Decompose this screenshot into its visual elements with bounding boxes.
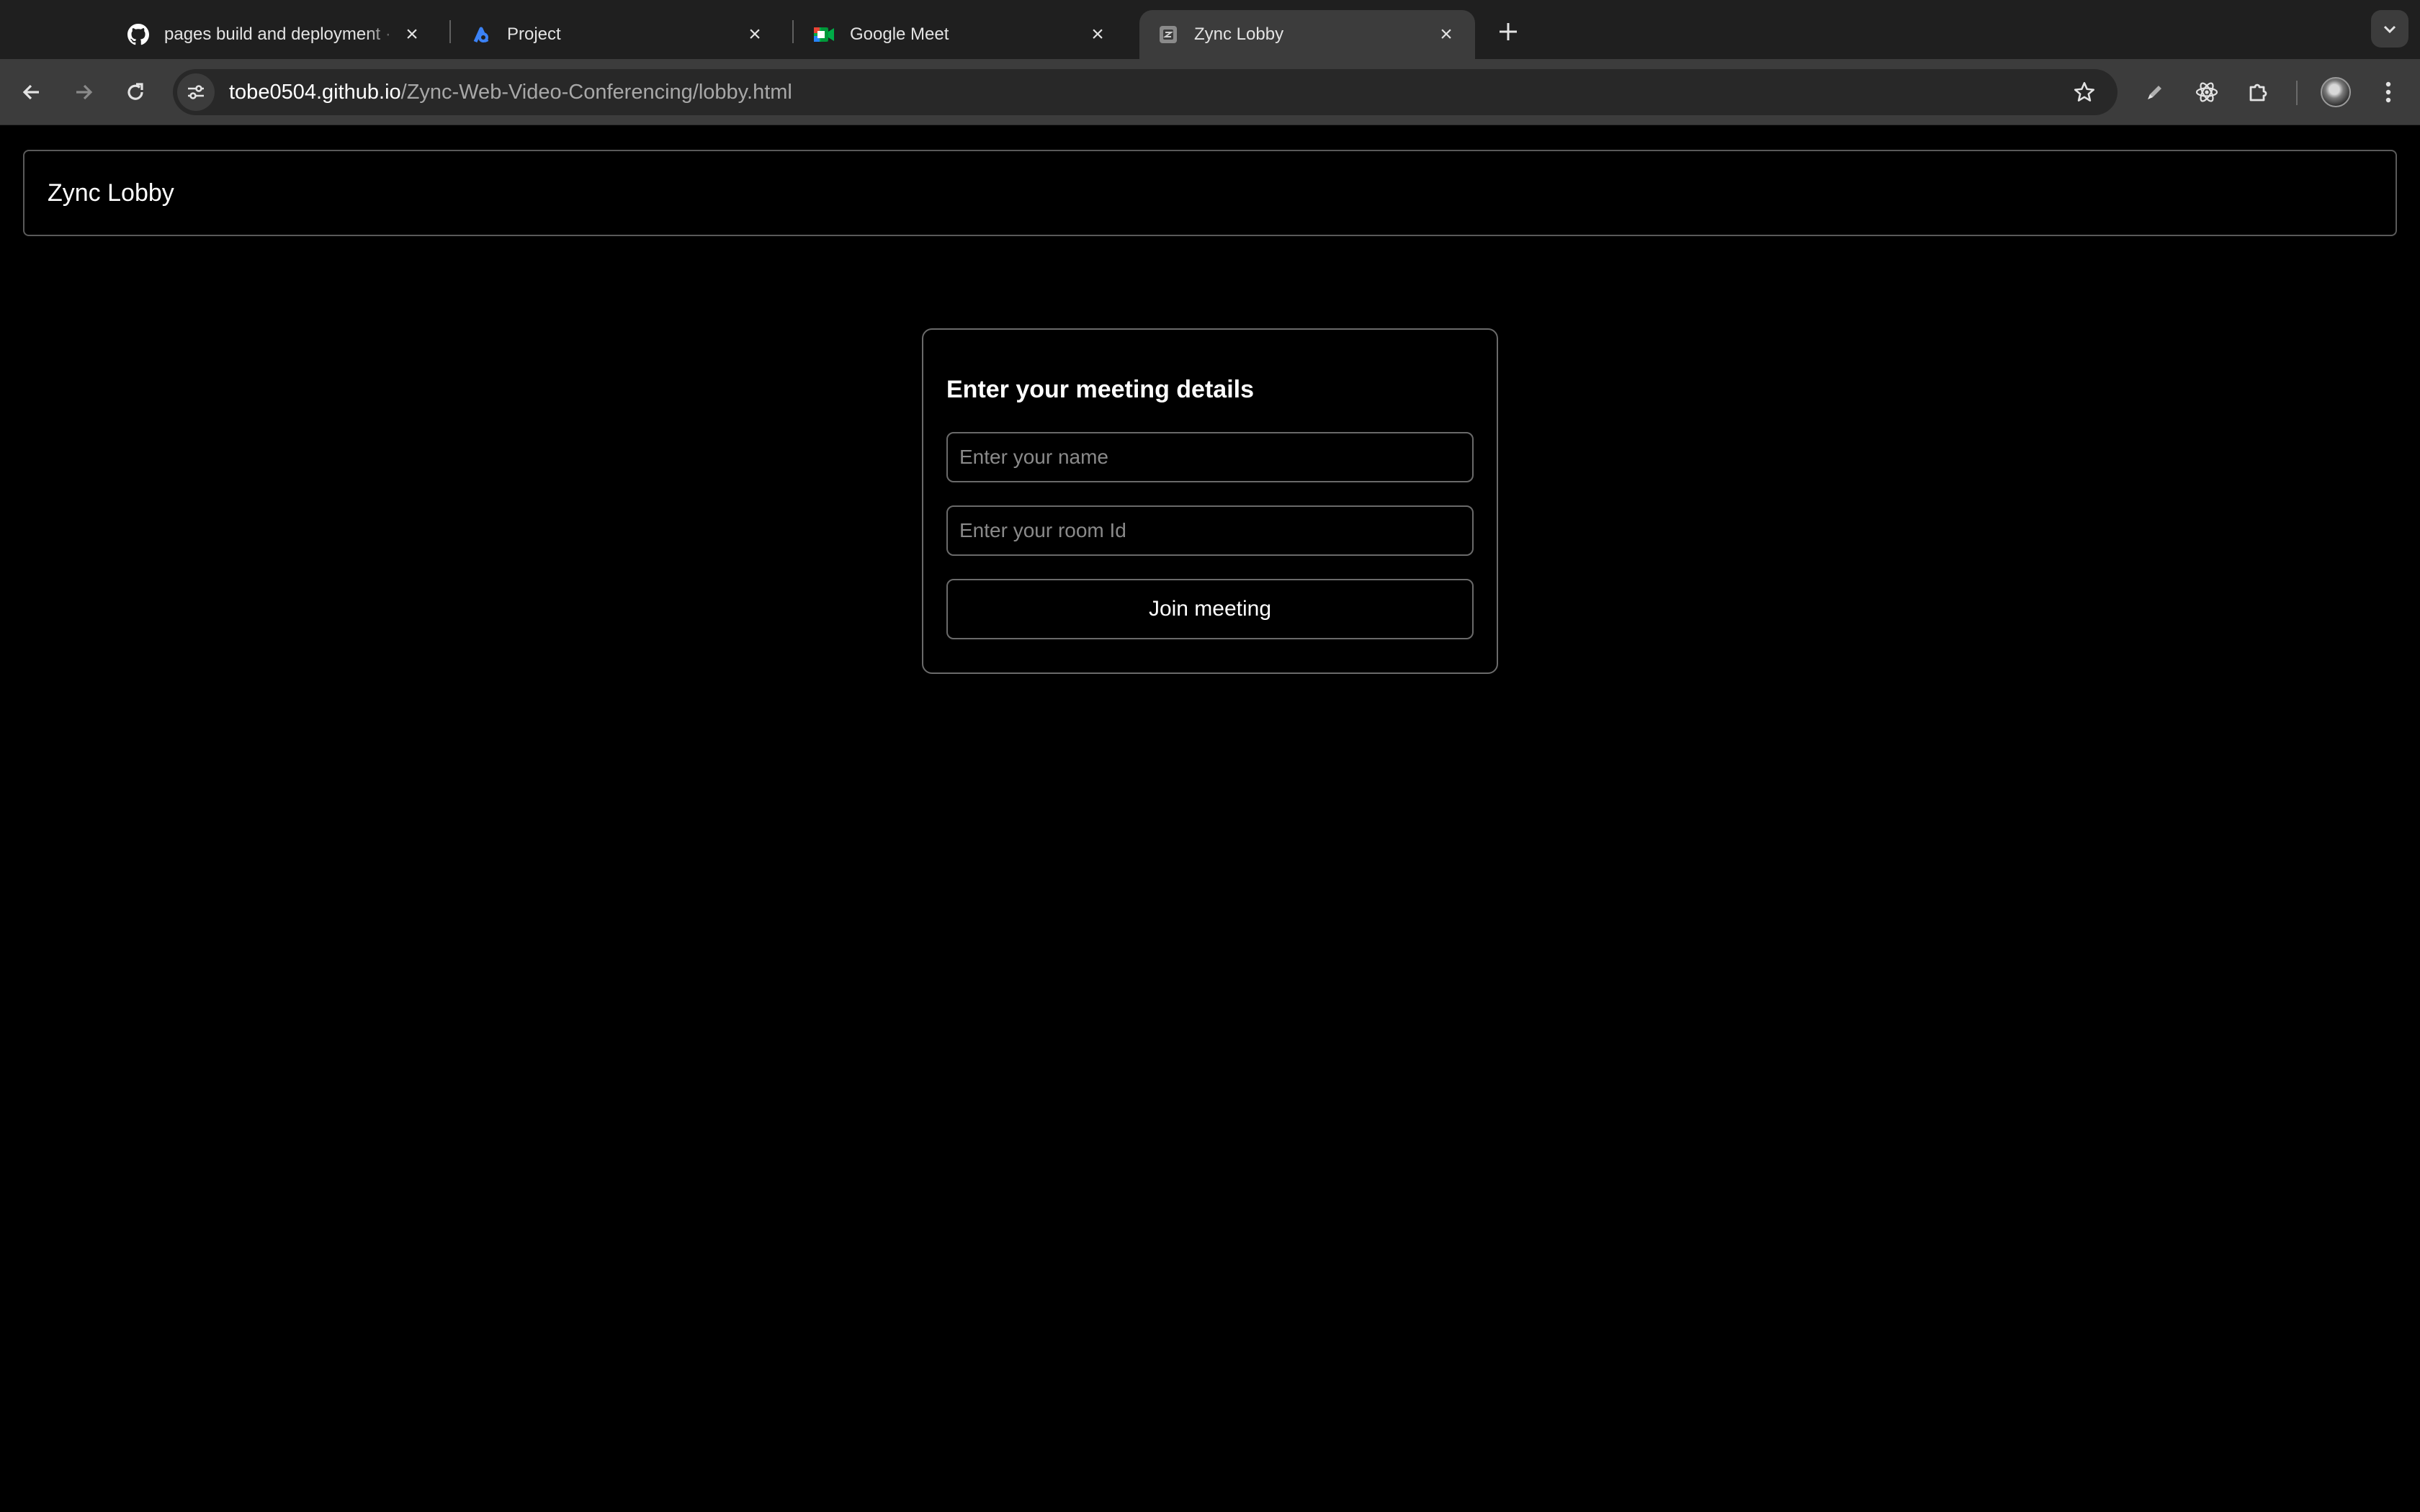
appwrite-icon [470, 23, 493, 46]
profile-avatar[interactable] [2321, 77, 2351, 107]
reload-icon [127, 83, 143, 100]
new-tab-button[interactable] [1491, 14, 1525, 49]
github-icon [127, 23, 150, 46]
extensions-puzzle-icon[interactable] [2238, 72, 2279, 112]
address-bar[interactable]: tobe0504.github.io/Zync-Web-Video-Confer… [173, 69, 2118, 115]
tab-divider [449, 20, 451, 43]
reload-button[interactable] [115, 72, 156, 112]
bookmark-star-icon[interactable] [2069, 76, 2100, 108]
tab-title: Zync Lobby [1194, 24, 1284, 44]
kebab-menu-icon[interactable] [2368, 72, 2408, 112]
join-meeting-button[interactable]: Join meeting [946, 579, 1474, 639]
tab-title: pages build and deployment · [164, 24, 391, 44]
name-input[interactable] [946, 432, 1474, 482]
close-icon[interactable]: × [743, 22, 766, 46]
arrow-left-icon [22, 84, 39, 100]
tab-title: Project [507, 24, 561, 44]
browser-tab-strip: pages build and deployment · × Project ×… [0, 0, 2420, 59]
url-path: /Zync-Web-Video-Conferencing/lobby.html [400, 80, 792, 104]
close-icon[interactable]: × [1435, 22, 1458, 46]
browser-toolbar: tobe0504.github.io/Zync-Web-Video-Confer… [0, 59, 2420, 125]
tab-title: Google Meet [850, 24, 949, 44]
plus-icon [1500, 23, 1517, 40]
tab-project[interactable]: Project × [452, 10, 784, 59]
close-icon[interactable]: × [400, 22, 424, 46]
tab-divider [792, 20, 794, 43]
tab-google-meet[interactable]: Google Meet × [795, 10, 1126, 59]
page-viewport: Zync Lobby Enter your meeting details Jo… [0, 125, 2420, 1512]
zync-favicon [1157, 23, 1180, 46]
tab-zync-lobby[interactable]: Zync Lobby × [1139, 10, 1475, 59]
url-host: tobe0504.github.io [229, 80, 401, 104]
arrow-right-icon [76, 84, 93, 100]
tab-search-button[interactable] [2371, 10, 2408, 48]
url-text[interactable]: tobe0504.github.io/Zync-Web-Video-Confer… [229, 81, 792, 104]
app-header: Zync Lobby [23, 150, 2397, 236]
meeting-details-card: Enter your meeting details Join meeting [922, 328, 1498, 674]
site-info-icon[interactable] [177, 73, 215, 111]
tab-github-pages[interactable]: pages build and deployment · × [109, 10, 441, 59]
form-heading: Enter your meeting details [946, 376, 1254, 403]
pen-icon[interactable] [2135, 72, 2175, 112]
app-brand-title: Zync Lobby [48, 179, 174, 207]
google-meet-icon [812, 23, 835, 46]
back-button[interactable] [12, 72, 52, 112]
react-devtools-icon[interactable] [2187, 72, 2227, 112]
close-icon[interactable]: × [1086, 22, 1109, 46]
chevron-down-icon [2383, 25, 2396, 34]
forward-button[interactable] [63, 72, 104, 112]
toolbar-divider [2296, 81, 2298, 105]
room-id-input[interactable] [946, 505, 1474, 556]
